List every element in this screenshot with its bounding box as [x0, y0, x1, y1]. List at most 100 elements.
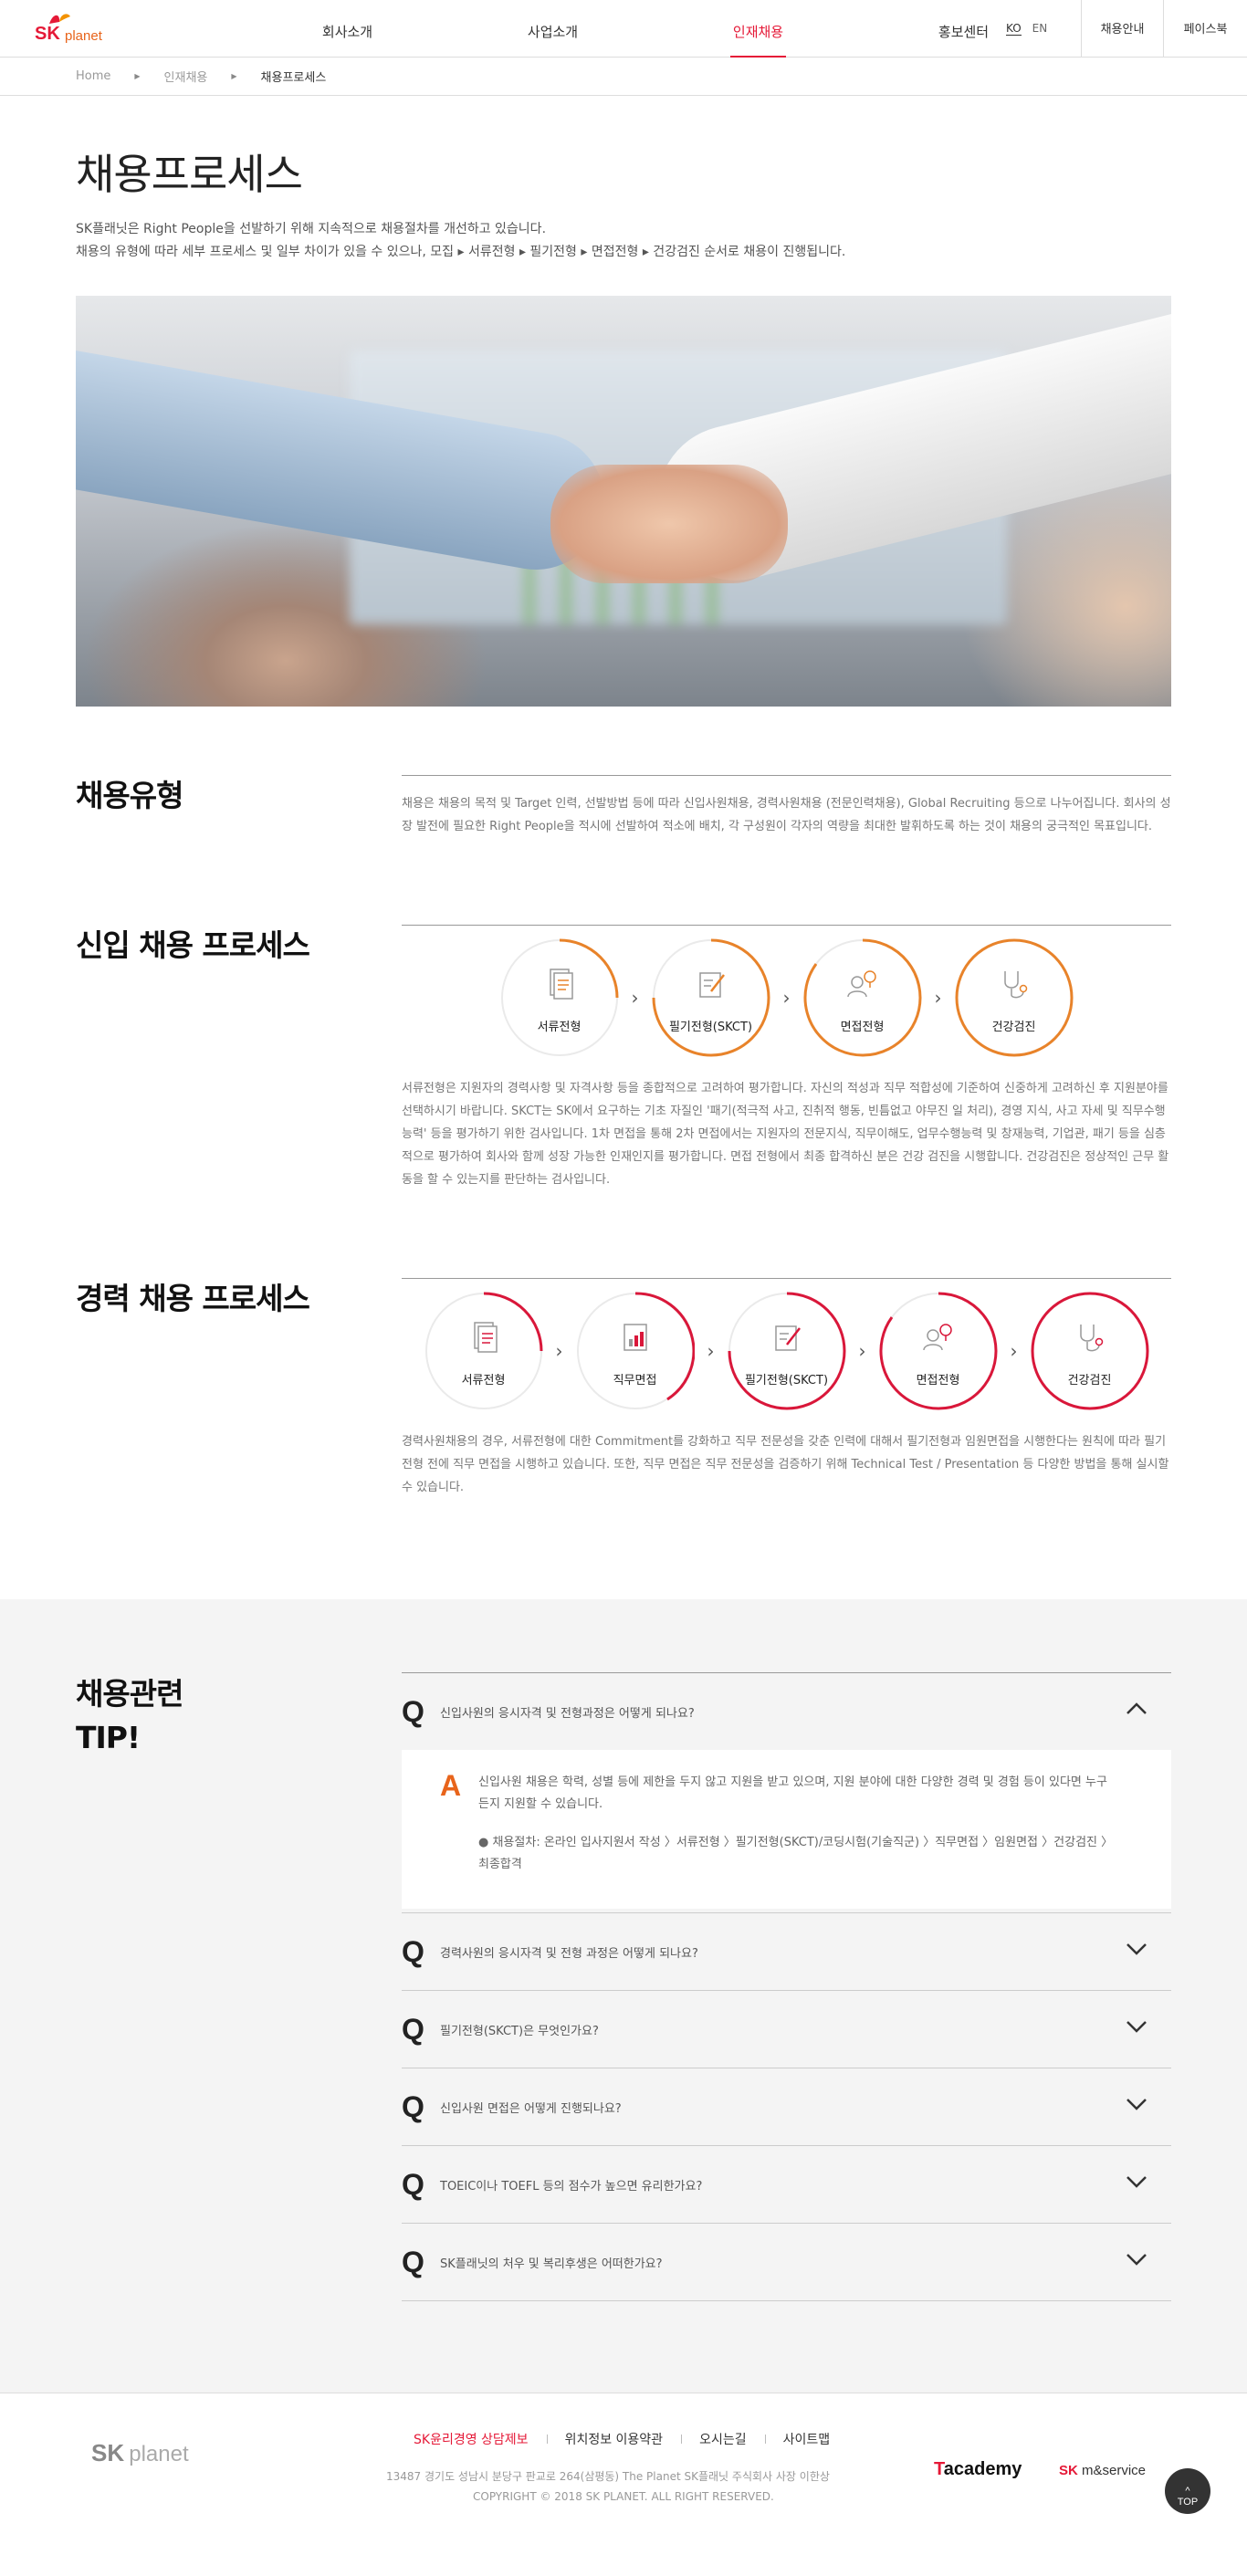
- faq-item: Q 경력사원의 응시자격 및 전형 과정은 어떻게 되나요?: [402, 1913, 1171, 1991]
- career-process-title: 경력 채용 프로세스: [76, 1281, 310, 1316]
- faq-answer: A 신입사원 채용은 학력, 성별 등에 제한을 두지 않고 지원을 받고 있으…: [402, 1750, 1171, 1909]
- hero-hands: [550, 465, 788, 583]
- newhire-process-title: 신입 채용 프로세스: [76, 927, 310, 963]
- facebook-link[interactable]: 페이스북: [1163, 0, 1247, 58]
- document-icon: [473, 1322, 498, 1353]
- scroll-top-button[interactable]: ^ TOP: [1165, 2468, 1210, 2514]
- footer-links: SK윤리경영 상담제보 위치정보 이용약관 오시는길 사이트맵: [414, 2430, 848, 2448]
- step-label: 면접전형: [916, 1374, 960, 1387]
- sk-planet-logo[interactable]: SK planet: [35, 11, 117, 47]
- step-health-check: 건강검진: [955, 938, 1074, 1057]
- mservice-text: m&service: [1077, 2463, 1147, 2478]
- faq-list: Q 신입사원의 응시자격 및 전형과정은 어떻게 되나요? A 신입사원 채용은…: [402, 1672, 1171, 2301]
- faq-question-text: TOEIC이나 TOEFL 등의 점수가 높으면 유리한가요?: [440, 2179, 703, 2194]
- faq-question-text: 필기전형(SKCT)은 무엇인가요?: [440, 2024, 599, 2038]
- step-label: 건강검진: [1067, 1374, 1112, 1387]
- footer: SK planet SK윤리경영 상담제보 위치정보 이용약관 오시는길 사이트…: [0, 2393, 1247, 2529]
- faq-question[interactable]: Q 신입사원의 응시자격 및 전형과정은 어떻게 되나요?: [402, 1673, 1171, 1750]
- ethics-report-link[interactable]: SK윤리경영 상담제보: [414, 2430, 547, 2448]
- step-job-interview: 직무면접: [576, 1292, 695, 1410]
- chevron-down-icon[interactable]: [1126, 2098, 1147, 2110]
- mservice-sk: SK: [1059, 2463, 1078, 2478]
- q-mark: Q: [402, 1694, 424, 1728]
- tips-title-line-2: TIP!: [76, 1720, 141, 1755]
- faq-question[interactable]: Q 필기전형(SKCT)은 무엇인가요?: [402, 1991, 1171, 2068]
- step-label: 면접전형: [840, 1021, 885, 1034]
- header: SK planet 회사소개 사업소개 인재채용 홍보센터 KO EN 채용안내…: [0, 0, 1247, 58]
- faq-item: Q 신입사원 면접은 어떻게 진행되나요?: [402, 2068, 1171, 2146]
- tacademy-t: T: [934, 2459, 944, 2479]
- recruit-info-link[interactable]: 채용안내: [1081, 0, 1163, 58]
- step-label: 필기전형(SKCT): [744, 1374, 829, 1387]
- recruit-types-section: 채용유형 채용은 채용의 목적 및 Target 인력, 선발방법 등에 따라 …: [76, 775, 1171, 838]
- util-menu: 채용안내 페이스북: [1081, 0, 1247, 58]
- newhire-process-section: 신입 채용 프로세스 서류전형 › 필기전형(SKCT) › 면접전형 › 건강…: [76, 925, 1171, 1191]
- newhire-steps: 서류전형 › 필기전형(SKCT) › 면접전형 › 건강검진: [402, 938, 1171, 1057]
- stethoscope-icon: [1003, 971, 1027, 999]
- lang-ko[interactable]: KO: [1006, 22, 1022, 36]
- step-interview: 면접전형: [878, 1292, 998, 1410]
- tips-title: 채용관련 TIP!: [76, 1672, 402, 2301]
- interview-icon: [922, 1324, 952, 1351]
- faq-question[interactable]: Q 경력사원의 응시자격 및 전형 과정은 어떻게 되나요?: [402, 1913, 1171, 1990]
- recruit-types-body: 채용은 채용의 목적 및 Target 인력, 선발방법 등에 따라 신입사원채…: [402, 775, 1171, 838]
- faq-question-text: 경력사원의 응시자격 및 전형 과정은 어떻게 되나요?: [440, 1946, 698, 1961]
- nav-recruit[interactable]: 인재채용: [655, 0, 861, 58]
- footer-copyright: COPYRIGHT © 2018 SK PLANET. ALL RIGHT RE…: [473, 2490, 774, 2503]
- step-interview: 면접전형: [802, 938, 922, 1057]
- faq-question[interactable]: Q SK플래닛의 처우 및 복리후생은 어떠한가요?: [402, 2224, 1171, 2300]
- chevron-down-icon[interactable]: [1126, 2020, 1147, 2033]
- footer-address: 13487 경기도 성남시 분당구 판교로 264(삼평동) The Plane…: [386, 2470, 830, 2483]
- step-label: 필기전형(SKCT): [668, 1021, 753, 1034]
- chevron-down-icon[interactable]: [1126, 1942, 1147, 1955]
- breadcrumb-recruit[interactable]: 인재채용: [164, 68, 208, 85]
- career-process-section: 경력 채용 프로세스 서류전형 › 직무면접 › 필기전형(SKCT) › 면접…: [76, 1278, 1171, 1499]
- step-label: 서류전형: [461, 1374, 506, 1387]
- sitemap-link[interactable]: 사이트맵: [764, 2430, 849, 2448]
- chevron-right-icon: ›: [555, 1340, 563, 1362]
- arrow-up-icon: ^: [1185, 2486, 1190, 2497]
- breadcrumb-home[interactable]: Home: [76, 69, 110, 83]
- lang-en[interactable]: EN: [1032, 22, 1048, 36]
- q-mark: Q: [402, 2167, 424, 2201]
- intro-line-2: 채용의 유형에 따라 세부 프로세스 및 일부 차이가 있을 수 있으나, 모집…: [76, 245, 846, 259]
- sk-mservice-logo[interactable]: SK m&service: [1059, 2463, 1146, 2478]
- faq-question[interactable]: Q 신입사원 면접은 어떻게 진행되나요?: [402, 2068, 1171, 2145]
- step-written-test: 필기전형(SKCT): [728, 1292, 846, 1410]
- chart-document-icon: [623, 1324, 647, 1351]
- faq-item: Q 필기전형(SKCT)은 무엇인가요?: [402, 1991, 1171, 2068]
- nav-company[interactable]: 회사소개: [245, 0, 450, 58]
- career-steps: 서류전형 › 직무면접 › 필기전형(SKCT) › 면접전형 › 건강검진: [402, 1292, 1171, 1410]
- newhire-process-body: 서류전형 › 필기전형(SKCT) › 면접전형 › 건강검진 서류전형은 지원…: [402, 925, 1171, 1191]
- chevron-down-icon[interactable]: [1126, 2175, 1147, 2188]
- written-test-icon: [774, 1325, 801, 1351]
- step-label: 직무면접: [613, 1374, 657, 1387]
- faq-question-text: 신입사원 면접은 어떻게 진행되나요?: [440, 2101, 622, 2116]
- language-switch: KO EN: [1006, 22, 1047, 36]
- newhire-process-text: 서류전형은 지원자의 경력사항 및 자격사항 등을 종합적으로 고려하여 평가합…: [402, 1082, 1169, 1187]
- faq-question[interactable]: Q TOEIC이나 TOEFL 등의 점수가 높으면 유리한가요?: [402, 2146, 1171, 2223]
- step-health-check: 건강검진: [1031, 1292, 1149, 1410]
- faq-item: Q TOEIC이나 TOEFL 등의 점수가 높으면 유리한가요?: [402, 2146, 1171, 2224]
- footer-logo: SK planet: [91, 2439, 189, 2467]
- chevron-right-icon: ›: [707, 1340, 715, 1362]
- breadcrumb-separator-icon: ▶: [134, 72, 141, 80]
- tips-section: 채용관련 TIP! Q 신입사원의 응시자격 및 전형과정은 어떻게 되나요? …: [0, 1599, 1247, 2393]
- recruit-types-title: 채용유형: [76, 778, 183, 813]
- chevron-down-icon[interactable]: [1126, 2253, 1147, 2266]
- logo-planet-text: planet: [65, 28, 102, 44]
- q-mark: Q: [402, 2245, 424, 2278]
- top-label: TOP: [1177, 2497, 1199, 2508]
- answer-paragraph: 신입사원 채용은 학력, 성별 등에 제한을 두지 않고 지원을 받고 있으며,…: [478, 1775, 1107, 1811]
- location-terms-link[interactable]: 위치정보 이용약관: [546, 2430, 682, 2448]
- breadcrumb-separator-icon: ▶: [231, 72, 237, 80]
- chevron-right-icon: ›: [782, 987, 791, 1009]
- chevron-up-icon[interactable]: [1126, 1702, 1147, 1715]
- directions-link[interactable]: 오시는길: [681, 2430, 765, 2448]
- recruit-types-text: 채용은 채용의 목적 및 Target 인력, 선발방법 등에 따라 신입사원채…: [402, 797, 1171, 833]
- nav-business[interactable]: 사업소개: [450, 0, 655, 58]
- career-process-text: 경력사원채용의 경우, 서류전형에 대한 Commitment를 강화하고 직무…: [402, 1435, 1169, 1494]
- logo-sk-text: SK: [35, 24, 60, 44]
- tips-wrap: 채용관련 TIP! Q 신입사원의 응시자격 및 전형과정은 어떻게 되나요? …: [76, 1672, 1171, 2301]
- tacademy-logo[interactable]: Tacademy: [934, 2459, 1022, 2480]
